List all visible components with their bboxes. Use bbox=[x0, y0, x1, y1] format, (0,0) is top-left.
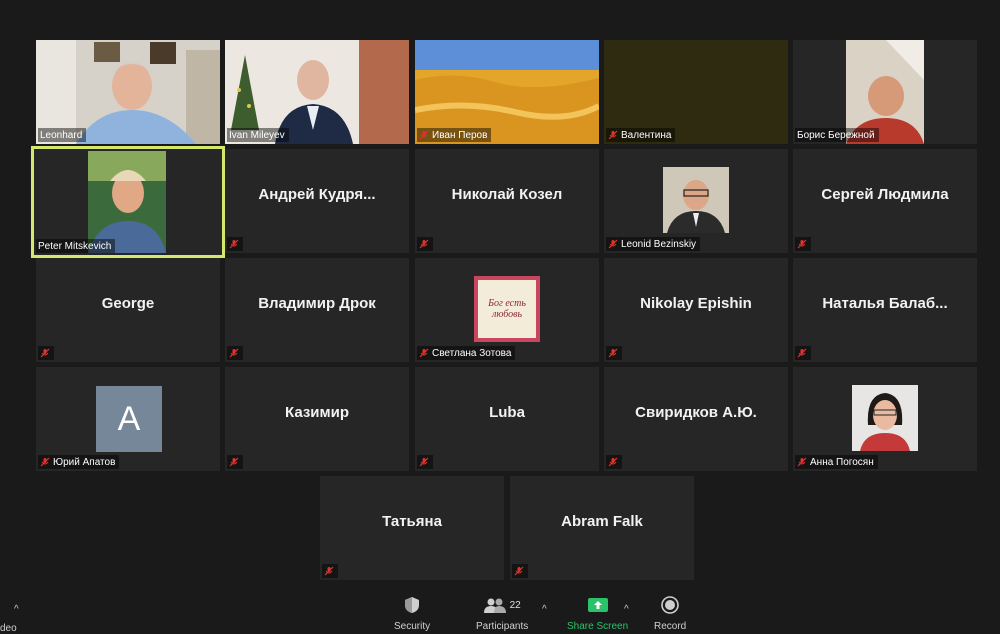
participant-name-label: Анна Погосян bbox=[795, 455, 878, 469]
participant-name: Татьяна bbox=[382, 512, 442, 530]
participant-name-label: Peter Mitskevich bbox=[36, 239, 116, 253]
participant-name: Владимир Дрок bbox=[258, 294, 376, 312]
participant-name: Казимир bbox=[284, 403, 350, 421]
video-tile-boris[interactable]: Борис Бережной bbox=[793, 40, 977, 144]
video-tile-kazimir[interactable]: Казимир bbox=[225, 367, 409, 471]
video-tile-abram[interactable]: Abram Falk bbox=[510, 476, 694, 580]
participant-status bbox=[795, 346, 811, 360]
participant-status bbox=[512, 564, 528, 578]
avatar: A bbox=[96, 386, 162, 452]
muted-mic-icon bbox=[608, 130, 618, 140]
participant-name: Андрей Кудря... bbox=[258, 185, 376, 203]
video-tile-peter[interactable]: Peter Mitskevich bbox=[31, 146, 225, 258]
muted-mic-icon bbox=[797, 457, 807, 467]
muted-mic-icon bbox=[608, 239, 618, 249]
share-screen-label: Share Screen bbox=[567, 621, 629, 632]
video-button-label[interactable]: deo bbox=[0, 623, 17, 634]
participant-status bbox=[38, 346, 54, 360]
video-tile-nikolay-epishin[interactable]: Nikolay Epishin bbox=[604, 258, 788, 362]
participant-status bbox=[322, 564, 338, 578]
share-screen-button[interactable]: Share Screen bbox=[567, 592, 628, 632]
muted-mic-icon bbox=[797, 239, 807, 249]
video-tile-luba[interactable]: Luba bbox=[415, 367, 599, 471]
participant-name: Luba bbox=[489, 403, 525, 421]
video-tile-ivan-mileyev[interactable]: Ivan Mileyev bbox=[225, 40, 409, 144]
muted-mic-icon bbox=[40, 348, 50, 358]
video-tile-yuriy[interactable]: A Юрий Апатов bbox=[36, 367, 220, 471]
record-icon bbox=[661, 596, 679, 614]
video-tile-leonhard[interactable]: Leonhard bbox=[36, 40, 220, 144]
muted-mic-icon bbox=[514, 566, 524, 576]
participants-button[interactable]: 22 Participants bbox=[476, 592, 528, 632]
muted-mic-icon bbox=[40, 457, 50, 467]
participant-status bbox=[227, 346, 243, 360]
participant-avatar-photo bbox=[852, 385, 918, 451]
participant-name-label: Валентина bbox=[606, 128, 676, 142]
participant-name-label: Борис Бережной bbox=[795, 128, 879, 142]
muted-mic-icon bbox=[608, 348, 618, 358]
participant-name-label: Светлана Зотова bbox=[417, 346, 516, 360]
video-tile-natalya[interactable]: Наталья Балаб... bbox=[793, 258, 977, 362]
muted-mic-icon bbox=[608, 457, 618, 467]
participant-status bbox=[606, 455, 622, 469]
muted-mic-icon bbox=[324, 566, 334, 576]
participant-name: Николай Козел bbox=[451, 185, 563, 203]
video-tile-sergey[interactable]: Сергей Людмила bbox=[793, 149, 977, 253]
participant-status bbox=[417, 455, 433, 469]
card-text: Бог есть любовь bbox=[488, 298, 526, 320]
participant-avatar-photo bbox=[663, 167, 729, 233]
muted-mic-icon bbox=[229, 239, 239, 249]
video-tile-leonid[interactable]: Leonid Bezinskiy bbox=[604, 149, 788, 253]
video-tile-vladimir[interactable]: Владимир Дрок bbox=[225, 258, 409, 362]
participant-name-label: Иван Перов bbox=[417, 128, 492, 142]
video-tile-george[interactable]: George bbox=[36, 258, 220, 362]
muted-mic-icon bbox=[419, 239, 429, 249]
share-options-caret[interactable]: ^ bbox=[624, 604, 629, 615]
video-tile-andrey[interactable]: Андрей Кудря... bbox=[225, 149, 409, 253]
participants-options-caret[interactable]: ^ bbox=[542, 604, 547, 615]
participant-status bbox=[795, 237, 811, 251]
meeting-toolbar: ^ deo Security 22 Participants ^ Share S… bbox=[0, 590, 1000, 634]
muted-mic-icon bbox=[419, 130, 429, 140]
security-label: Security bbox=[394, 621, 431, 632]
participant-name: Nikolay Epishin bbox=[640, 294, 752, 312]
participant-name: Сергей Людмила bbox=[821, 185, 949, 203]
video-tile-svetlana[interactable]: Бог есть любовь Светлана Зотова bbox=[415, 258, 599, 362]
muted-mic-icon bbox=[419, 348, 429, 358]
participant-name: Наталья Балаб... bbox=[822, 294, 948, 312]
participant-status bbox=[227, 237, 243, 251]
muted-mic-icon bbox=[229, 348, 239, 358]
security-button[interactable]: Security bbox=[394, 592, 430, 632]
muted-mic-icon bbox=[419, 457, 429, 467]
video-tile-nikolay-kozel[interactable]: Николай Козел bbox=[415, 149, 599, 253]
video-tile-tatyana[interactable]: Татьяна bbox=[320, 476, 504, 580]
participants-icon bbox=[483, 598, 506, 613]
muted-mic-icon bbox=[797, 348, 807, 358]
participants-count: 22 bbox=[509, 599, 521, 611]
record-button[interactable]: Record bbox=[654, 592, 686, 632]
participant-name-label: Leonhard bbox=[38, 128, 87, 142]
record-label: Record bbox=[654, 621, 687, 632]
participant-status bbox=[227, 455, 243, 469]
participant-status bbox=[606, 346, 622, 360]
video-tile-valentina[interactable]: Валентина bbox=[604, 40, 788, 144]
participant-name: Свиридков А.Ю. bbox=[635, 403, 757, 421]
participant-name: Abram Falk bbox=[561, 512, 643, 530]
participant-status bbox=[417, 237, 433, 251]
video-tile-sviridkov[interactable]: Свиридков А.Ю. bbox=[604, 367, 788, 471]
video-tile-ivan-perov[interactable]: Иван Перов bbox=[415, 40, 599, 144]
participant-name: George bbox=[101, 294, 155, 312]
participants-label: Participants bbox=[476, 621, 529, 632]
video-grid: Leonhard Ivan Mileyev Иван Перов Валенти… bbox=[0, 0, 1000, 590]
participant-video bbox=[88, 151, 166, 253]
participant-name-label: Ivan Mileyev bbox=[227, 128, 289, 142]
participant-name-label: Юрий Апатов bbox=[38, 455, 120, 469]
shield-icon bbox=[405, 597, 420, 613]
participant-avatar-card: Бог есть любовь bbox=[474, 276, 540, 342]
video-tile-anna[interactable]: Анна Погосян bbox=[793, 367, 977, 471]
video-options-caret[interactable]: ^ bbox=[14, 604, 19, 615]
muted-mic-icon bbox=[229, 457, 239, 467]
participant-name-label: Leonid Bezinskiy bbox=[606, 237, 701, 251]
share-screen-icon bbox=[587, 598, 608, 612]
